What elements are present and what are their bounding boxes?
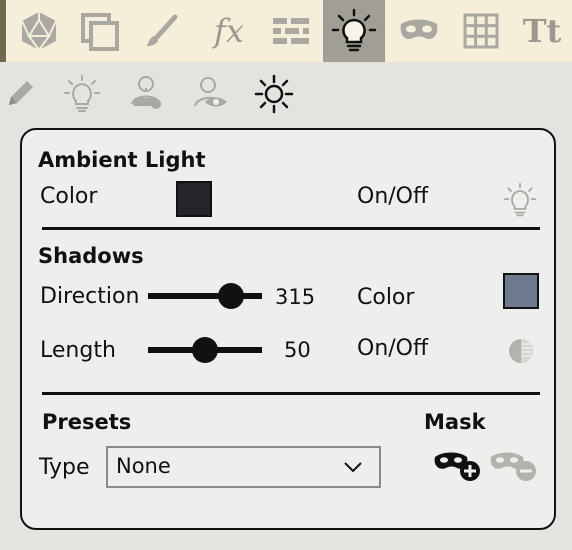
mask-add-icon: [434, 452, 480, 481]
section-divider: [42, 392, 540, 395]
sun-icon: [254, 74, 294, 114]
light-bulb-icon: [64, 75, 100, 112]
tab-light-bulb[interactable]: [58, 70, 106, 118]
walls-tool-button[interactable]: [260, 0, 322, 62]
shadow-toggle-button[interactable]: [504, 334, 538, 368]
shadow-toggle-icon: [509, 339, 533, 363]
mask-tool-button[interactable]: [388, 0, 450, 62]
text-icon: Tt: [522, 12, 562, 50]
tab-light-person[interactable]: [122, 70, 170, 118]
brush-tool-button[interactable]: [130, 0, 192, 62]
chevron-down-icon: [344, 462, 362, 473]
pencil-icon: [9, 81, 33, 105]
preset-type-select[interactable]: None: [106, 446, 381, 488]
ambient-color-label: Color: [40, 184, 98, 209]
shadow-onoff-label: On/Off: [357, 336, 429, 361]
direction-slider-handle[interactable]: [217, 283, 244, 309]
fx-icon: fx: [214, 12, 244, 50]
tab-sun[interactable]: [250, 70, 298, 118]
wall-icon: [273, 18, 309, 44]
lighting-icon: [331, 8, 377, 52]
dice-icon: [21, 12, 57, 51]
layers-icon: [81, 13, 119, 51]
remove-mask-button[interactable]: [488, 448, 540, 484]
text-tool-button[interactable]: Tt: [512, 0, 572, 62]
length-slider-handle[interactable]: [192, 337, 218, 363]
tab-vision[interactable]: [186, 70, 234, 118]
light-bulb-icon: [503, 182, 537, 217]
presets-heading: Presets: [42, 410, 132, 434]
top-toolbar: fx Tt: [0, 0, 572, 62]
lighting-settings-panel: Ambient Light Color On/Off Shadows Direc…: [20, 128, 556, 530]
add-mask-button[interactable]: [432, 448, 484, 484]
lighting-tool-button[interactable]: [323, 0, 385, 62]
ambient-toggle-button[interactable]: [500, 180, 540, 220]
shadow-color-label: Color: [357, 285, 415, 310]
grid-icon: [463, 13, 499, 49]
section-divider: [42, 227, 540, 230]
length-slider[interactable]: [148, 337, 262, 363]
ambient-color-swatch[interactable]: [176, 181, 212, 217]
brush-icon: [147, 14, 178, 46]
direction-slider[interactable]: [148, 283, 262, 309]
mask-icon: [400, 19, 438, 40]
tab-pencil[interactable]: [0, 70, 44, 118]
preset-type-value: None: [116, 454, 171, 478]
dice-tool-button[interactable]: [8, 0, 70, 62]
mask-remove-icon: [490, 452, 536, 481]
mask-heading: Mask: [424, 410, 486, 434]
vision-icon: [194, 77, 227, 107]
preset-type-label: Type: [39, 455, 90, 480]
length-value: 50: [284, 338, 311, 362]
direction-slider-track: [148, 293, 262, 299]
shadows-heading: Shadows: [38, 244, 144, 268]
lighting-tab-row: [0, 62, 572, 124]
ambient-onoff-label: On/Off: [357, 184, 429, 209]
direction-value: 315: [275, 285, 316, 309]
fx-tool-button[interactable]: fx: [198, 0, 260, 62]
shadow-color-swatch[interactable]: [503, 273, 539, 309]
direction-label: Direction: [40, 284, 140, 309]
layers-tool-button[interactable]: [68, 0, 130, 62]
grid-tool-button[interactable]: [450, 0, 512, 62]
toolbar-edge: [0, 0, 6, 62]
light-person-icon: [131, 76, 161, 109]
ambient-light-heading: Ambient Light: [38, 148, 206, 172]
length-label: Length: [40, 338, 116, 363]
